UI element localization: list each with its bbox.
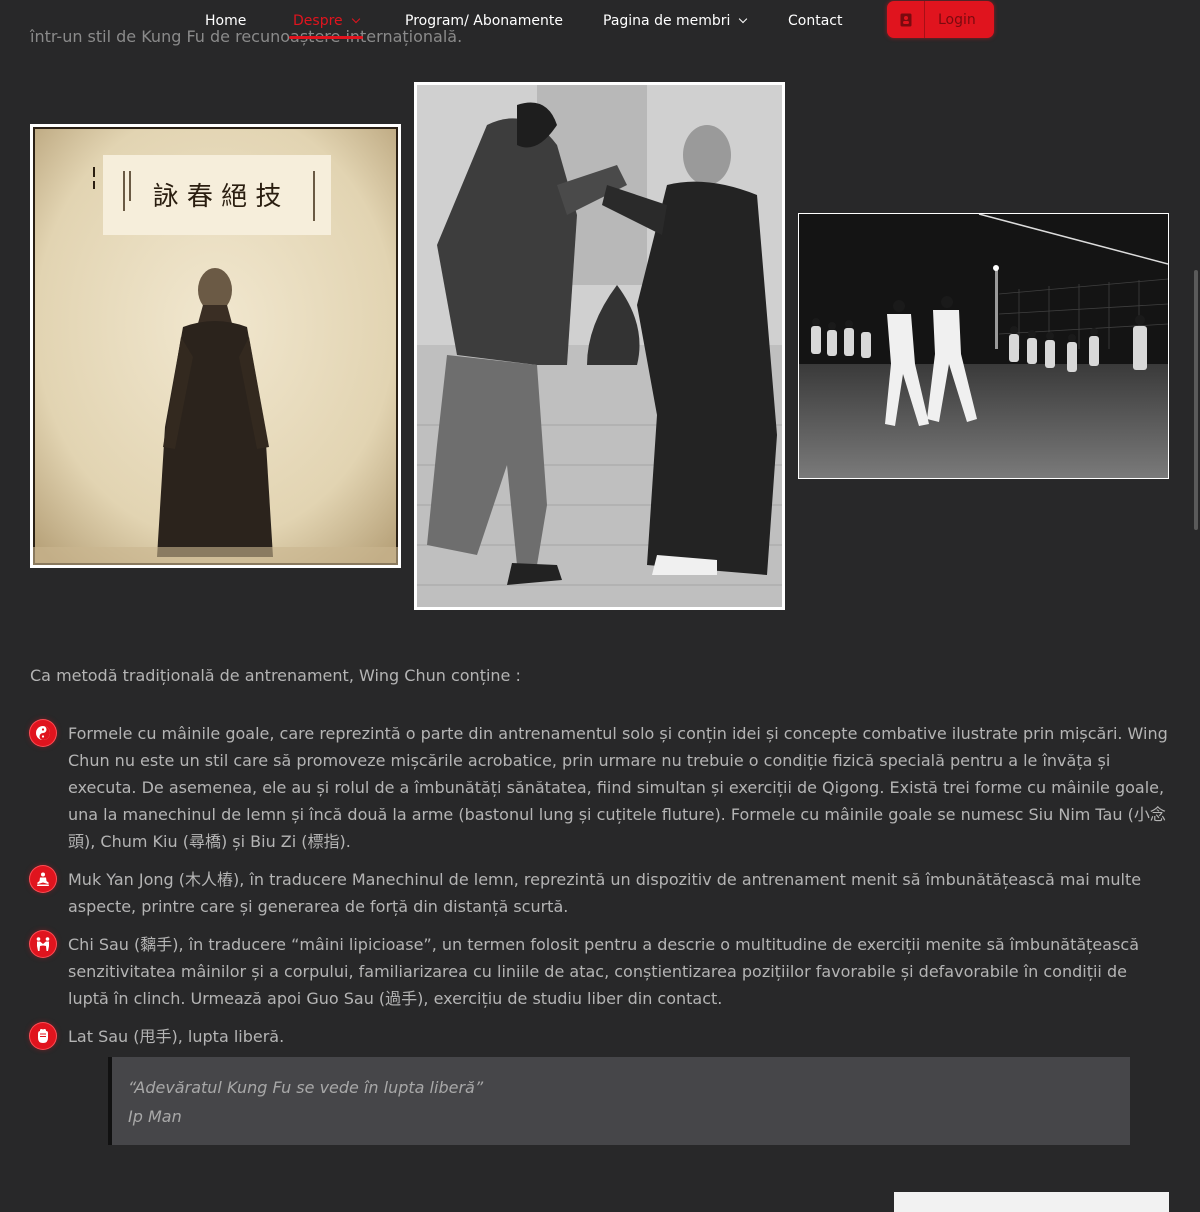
bottom-photo-partial[interactable] [894,1192,1169,1212]
ip-man-portrait-photo[interactable]: 詠 春 絕 技 [30,124,401,568]
yin-yang-icon [30,720,56,746]
user-card-icon [887,1,925,38]
training-methods-list: Formele cu mâinile goale, care reprezint… [30,720,1170,1050]
ip-man-portrait-illustration: 詠 春 絕 技 [33,127,398,565]
nav-program-label: Program/ Abonamente [405,13,563,29]
list-item-text: Formele cu mâinile goale, care reprezint… [68,724,1168,851]
nav-contact-label: Contact [788,13,843,29]
main-navigation: Home Despre Program/ Abonamente Pagina d… [0,0,1200,42]
chevron-down-icon [351,14,360,24]
list-item-text: Muk Yan Jong (木人樁), în traducere Manechi… [68,870,1142,916]
login-label: Login [938,11,976,28]
ip-man-quote: “Adevăratul Kung Fu se vede în lupta lib… [108,1057,1130,1145]
quote-author: Ip Man [128,1107,182,1126]
nav-home-label: Home [205,13,247,29]
training-methods-intro: Ca metodă tradițională de antrenament, W… [30,666,521,685]
chevron-down-icon [739,14,748,24]
night-sparring-illustration [799,214,1168,478]
login-button[interactable]: Login [887,1,994,38]
quote-text: “Adevăratul Kung Fu se vede în lupta lib… [128,1078,484,1097]
fist-icon [30,1023,56,1049]
nav-contact[interactable]: Contact [788,11,842,31]
night-sparring-photo[interactable] [798,213,1169,479]
meditation-icon [30,866,56,892]
nav-membri-label: Pagina de membri [603,13,731,29]
list-item: Chi Sau (黐手), în traducere “mâini lipici… [30,931,1170,1012]
nav-home[interactable]: Home [205,11,246,31]
page-scrollbar[interactable] [1194,270,1198,530]
list-item-text: Chi Sau (黐手), în traducere “mâini lipici… [68,935,1139,1008]
chi-sau-illustration [417,85,782,607]
sparring-icon [30,931,56,957]
nav-pagina-de-membri[interactable]: Pagina de membri [603,11,748,31]
chi-sau-training-photo[interactable] [414,82,785,610]
nav-despre-label: Despre [293,13,343,29]
nav-despre[interactable]: Despre [289,11,363,39]
list-item-text: Lat Sau (甩手), lupta liberă. [68,1027,285,1046]
calligraphy-scroll-text: 詠 春 絕 技 [153,182,282,212]
list-item: Muk Yan Jong (木人樁), în traducere Manechi… [30,866,1170,920]
list-item: Formele cu mâinile goale, care reprezint… [30,720,1170,855]
nav-program-abonamente[interactable]: Program/ Abonamente [405,11,563,31]
list-item: Lat Sau (甩手), lupta liberă. [30,1023,1170,1050]
